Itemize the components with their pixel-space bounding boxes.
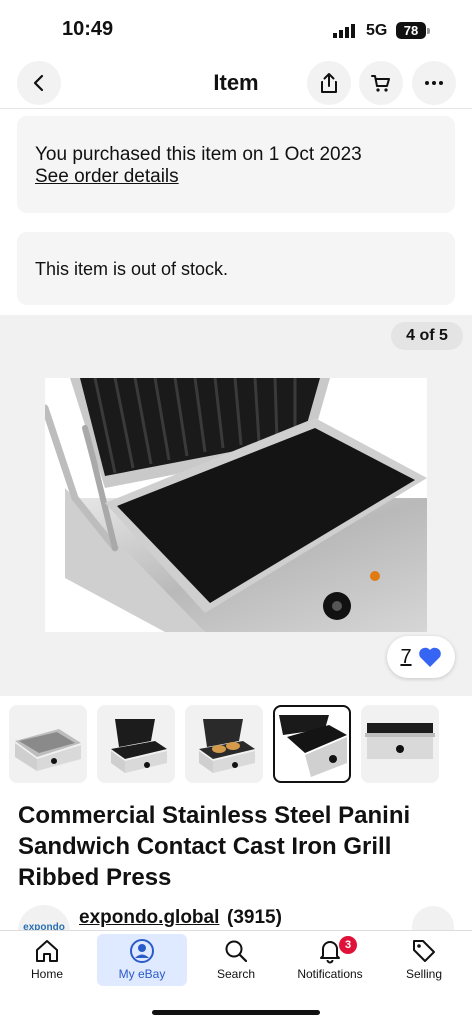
- more-options-button[interactable]: [412, 61, 456, 105]
- cart-icon: [371, 75, 390, 92]
- tab-label: Search: [216, 967, 256, 981]
- signal-icon: [333, 24, 355, 38]
- stock-notice-card: This item is out of stock.: [17, 232, 455, 305]
- stock-notice-text: This item is out of stock.: [35, 259, 229, 279]
- network-label: 5G: [366, 22, 388, 39]
- cart-button[interactable]: [359, 61, 403, 105]
- thumbnail-image: [15, 729, 81, 771]
- tab-my-ebay[interactable]: My eBay: [97, 934, 187, 986]
- purchase-notice-text: You purchased this item on 1 Oct 2023: [35, 144, 362, 165]
- thumbnail-5[interactable]: [361, 705, 439, 783]
- notification-badge: 3: [339, 936, 357, 954]
- chevron-left-icon: [33, 74, 44, 92]
- home-icon: [36, 940, 58, 962]
- tag-icon: [413, 940, 435, 962]
- image-counter: 4 of 5: [391, 322, 463, 350]
- thumbnail-3[interactable]: [185, 705, 263, 783]
- tab-label: Selling: [405, 967, 443, 981]
- tab-home[interactable]: Home: [2, 934, 92, 986]
- panini-grill-illustration: [45, 378, 427, 632]
- watch-count: 7: [400, 645, 412, 668]
- seller-feedback-count: (3915): [227, 907, 282, 928]
- battery-icon: 78: [396, 22, 426, 39]
- share-icon: [321, 73, 337, 93]
- thumbnail-1[interactable]: [9, 705, 87, 783]
- thumbnail-4-selected[interactable]: [273, 705, 351, 783]
- watch-button[interactable]: 7: [387, 636, 455, 678]
- tab-label: Home: [30, 967, 63, 981]
- purchase-notice-card: You purchased this item on 1 Oct 2023 Se…: [17, 116, 455, 213]
- thumbnail-image: [279, 715, 347, 777]
- heart-icon: [418, 647, 441, 667]
- thumbnail-2[interactable]: [97, 705, 175, 783]
- battery-tip: [427, 28, 430, 34]
- search-icon: [225, 940, 248, 963]
- status-time: 10:49: [62, 18, 114, 40]
- see-order-details-link[interactable]: See order details: [35, 166, 179, 188]
- user-icon: [130, 939, 154, 963]
- item-title: Commercial Stainless Steel Panini Sandwi…: [18, 802, 411, 891]
- more-icon: [425, 81, 443, 85]
- thumbnail-image: [111, 719, 167, 773]
- thumbnail-image: [199, 719, 255, 773]
- share-button[interactable]: [307, 61, 351, 105]
- nav-divider: [0, 108, 472, 109]
- tab-search[interactable]: Search: [191, 934, 281, 986]
- thumbnail-image: [365, 723, 435, 759]
- tab-label: My eBay: [118, 967, 166, 981]
- product-main-image[interactable]: [45, 378, 427, 632]
- tab-notifications[interactable]: Notifications: [285, 934, 375, 986]
- seller-name-link[interactable]: expondo.global: [79, 907, 219, 929]
- home-indicator: [152, 1010, 320, 1015]
- tab-selling[interactable]: Selling: [379, 934, 469, 986]
- tab-label: Notifications: [297, 967, 363, 981]
- back-button[interactable]: [17, 61, 61, 105]
